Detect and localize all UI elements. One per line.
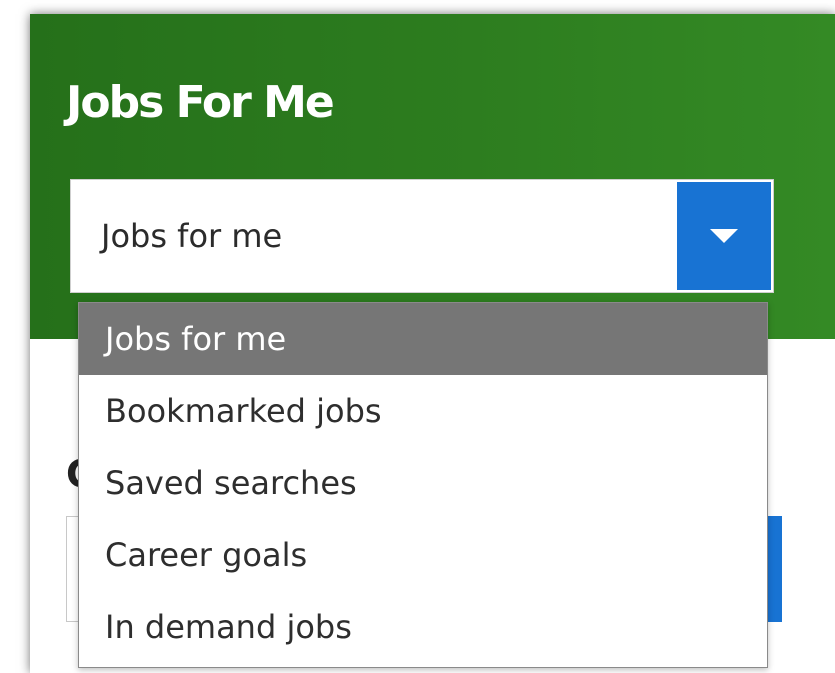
option-jobs-for-me[interactable]: Jobs for me [79,303,767,375]
caret-down-icon [710,229,738,243]
jobs-panel: Jobs For Me Jobs for me C Jobs for me Bo… [30,14,835,673]
view-select[interactable]: Jobs for me [70,179,774,293]
option-in-demand-jobs[interactable]: In demand jobs [79,591,767,663]
option-bookmarked-jobs[interactable]: Bookmarked jobs [79,375,767,447]
page-title: Jobs For Me [66,77,335,128]
screen: Jobs For Me Jobs for me C Jobs for me Bo… [0,0,835,673]
header: Jobs For Me Jobs for me [30,14,835,339]
view-select-toggle-button[interactable] [677,182,771,290]
option-saved-searches[interactable]: Saved searches [79,447,767,519]
view-dropdown-list: Jobs for me Bookmarked jobs Saved search… [78,302,768,668]
view-select-value: Jobs for me [101,217,283,255]
option-career-goals[interactable]: Career goals [79,519,767,591]
